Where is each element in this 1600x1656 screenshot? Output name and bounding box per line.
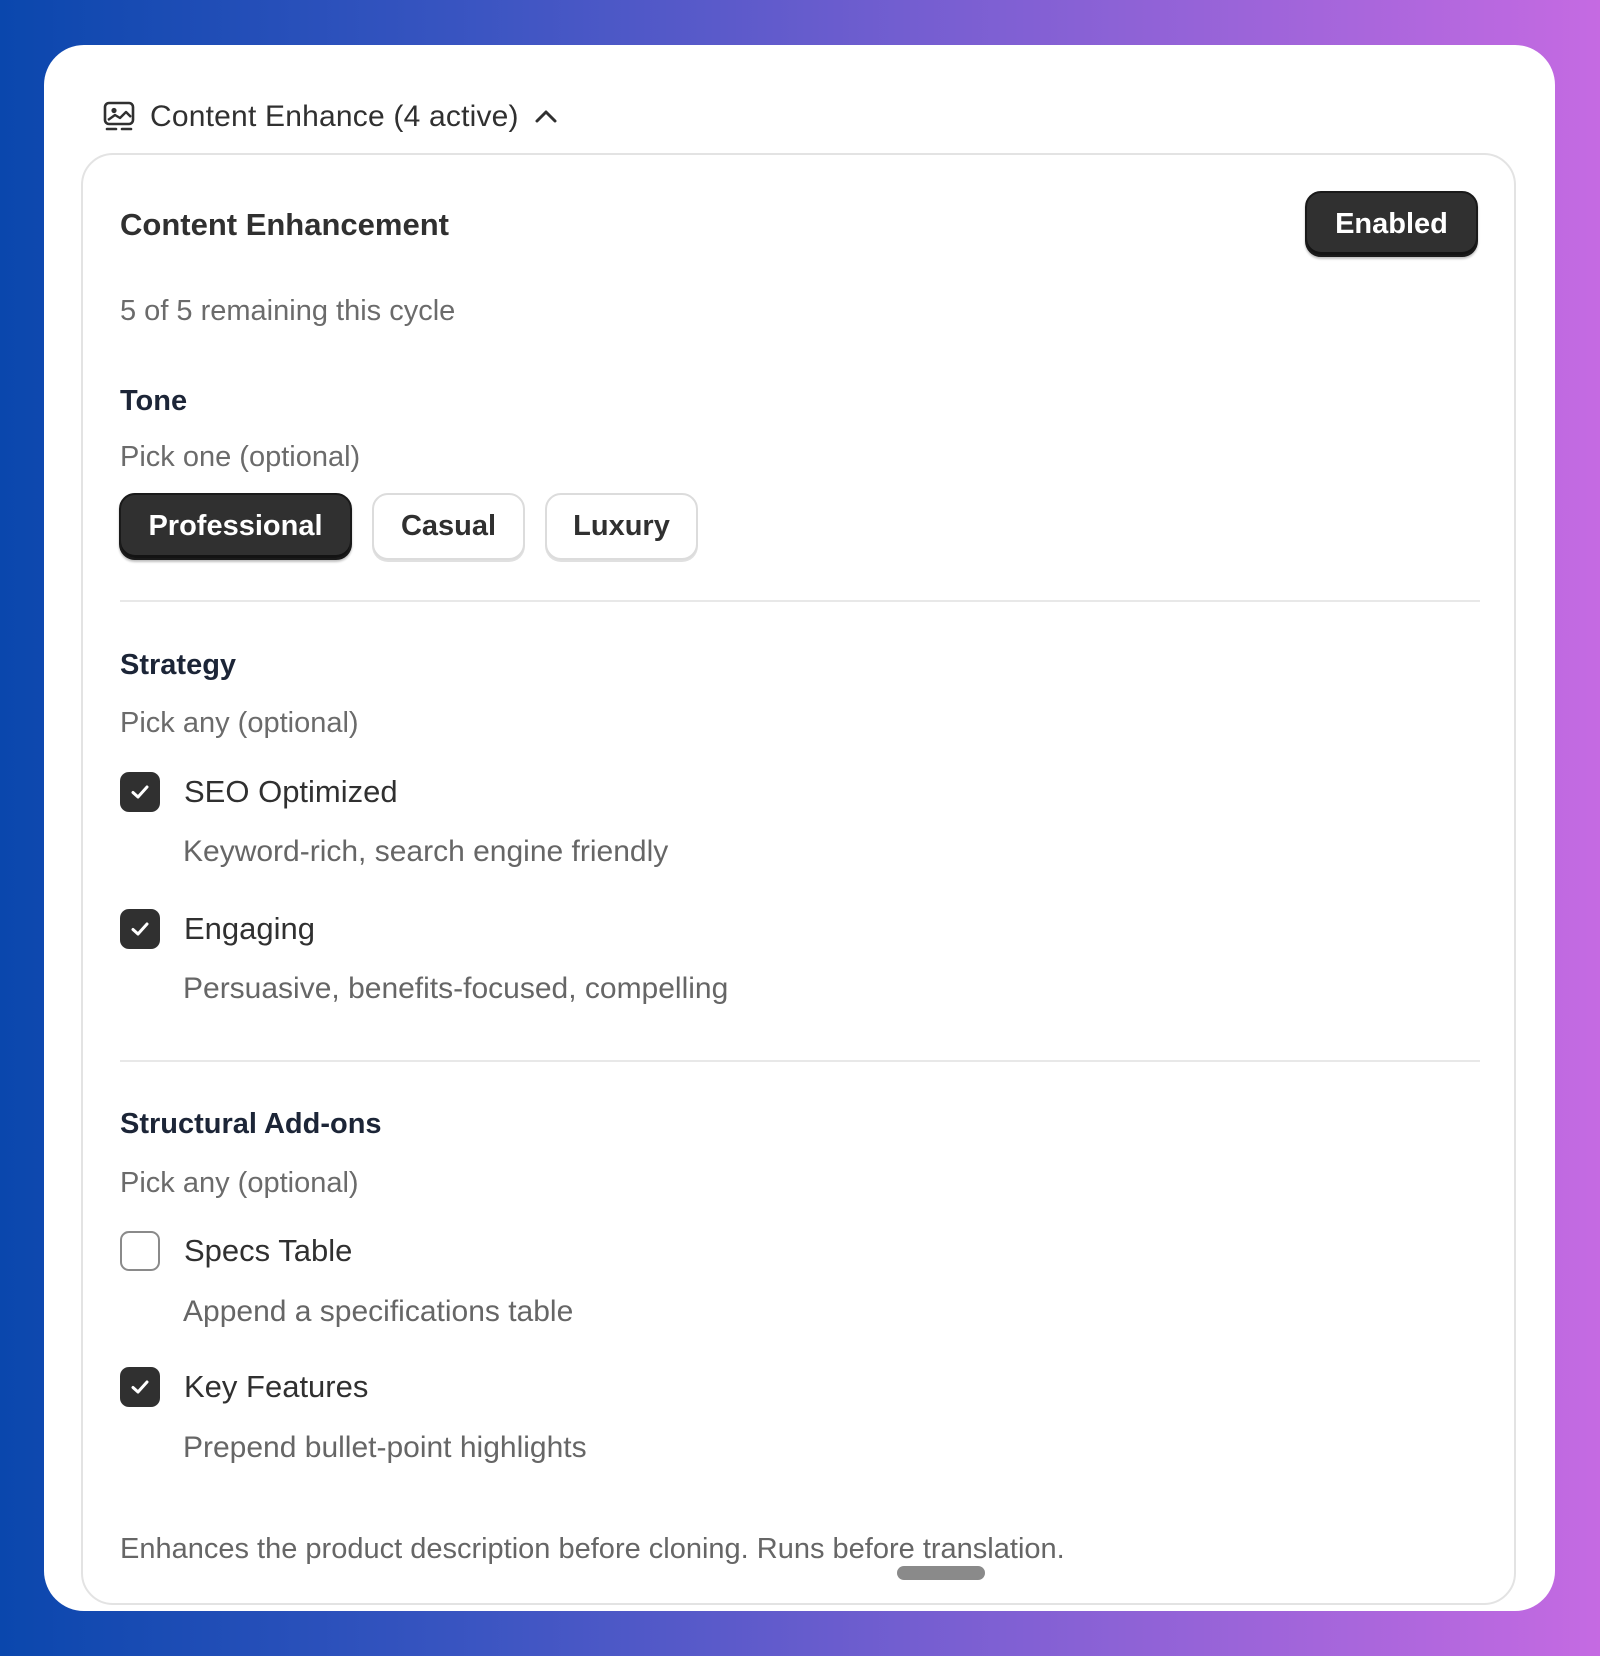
structural-addons-hint: Pick any (optional) [120, 1167, 359, 1199]
tone-hint: Pick one (optional) [120, 441, 361, 473]
section-title: Content Enhance (4 active) [150, 100, 519, 133]
chevron-up-icon[interactable] [533, 104, 559, 130]
checkmark-icon [131, 922, 149, 936]
seo-optimized-label: SEO Optimized [184, 774, 398, 809]
specs-table-checkbox[interactable] [120, 1231, 160, 1271]
tone-heading: Tone [120, 385, 188, 417]
tone-options: Professional Casual Luxury [119, 493, 698, 560]
structural-item-key-features[interactable]: Key Features [120, 1367, 368, 1407]
engaging-label: Engaging [184, 911, 316, 946]
footer-note: Enhances the product description before … [120, 1533, 1065, 1565]
key-features-description: Prepend bullet-point highlights [183, 1431, 587, 1464]
seo-optimized-checkbox[interactable] [120, 772, 160, 812]
settings-panel: Content Enhance (4 active) Content Enhan… [44, 45, 1555, 1611]
key-features-checkbox[interactable] [120, 1367, 160, 1407]
structural-addons-heading: Structural Add-ons [120, 1108, 382, 1140]
image-sparkle-icon [102, 100, 136, 134]
strategy-item-seo-optimized[interactable]: SEO Optimized [120, 772, 398, 812]
enabled-toggle-button[interactable]: Enabled [1305, 191, 1478, 257]
strategy-item-engaging[interactable]: Engaging [120, 909, 315, 949]
seo-optimized-description: Keyword-rich, search engine friendly [183, 835, 669, 868]
section-header-toggle[interactable]: Content Enhance (4 active) [102, 97, 559, 137]
strategy-heading: Strategy [120, 649, 237, 681]
key-features-label: Key Features [184, 1369, 369, 1404]
card-title: Content Enhancement [120, 207, 449, 242]
tone-option-casual[interactable]: Casual [372, 493, 525, 560]
checkmark-icon [131, 785, 149, 799]
content-enhancement-card: Content Enhancement Enabled 5 of 5 remai… [81, 153, 1516, 1605]
tone-option-professional[interactable]: Professional [119, 493, 352, 560]
engaging-description: Persuasive, benefits-focused, compelling [183, 972, 729, 1005]
checkmark-icon [131, 1380, 149, 1394]
engaging-checkbox[interactable] [120, 909, 160, 949]
remaining-count: 5 of 5 remaining this cycle [120, 295, 456, 327]
divider [120, 1060, 1480, 1062]
scroll-handle[interactable] [897, 1566, 985, 1580]
divider [120, 600, 1480, 602]
structural-item-specs-table[interactable]: Specs Table [120, 1231, 352, 1271]
strategy-hint: Pick any (optional) [120, 707, 359, 739]
specs-table-description: Append a specifications table [183, 1295, 574, 1328]
tone-option-luxury[interactable]: Luxury [545, 493, 698, 560]
specs-table-label: Specs Table [184, 1233, 353, 1268]
